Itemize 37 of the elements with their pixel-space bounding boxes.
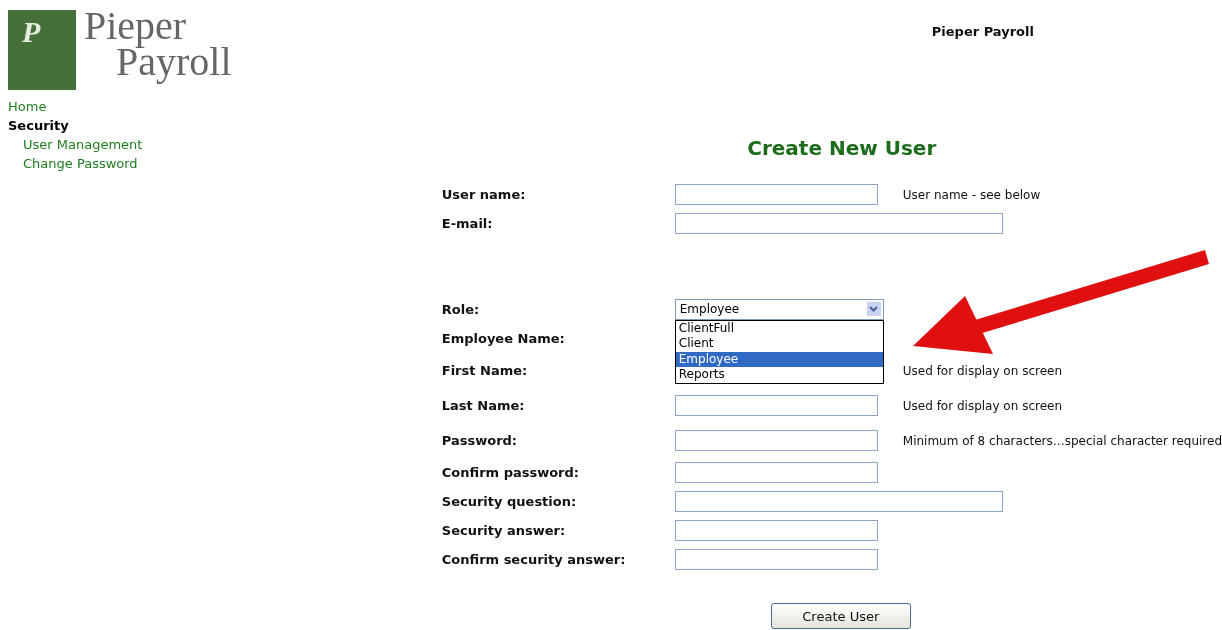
input-field[interactable] <box>674 461 878 483</box>
field-label: Security answer: <box>441 523 567 538</box>
field-label: User name: <box>441 187 527 202</box>
dropdown-option[interactable]: Client <box>675 336 883 352</box>
input-field[interactable] <box>674 183 878 205</box>
site-title: Pieper Payroll <box>931 24 1034 39</box>
field-label: E-mail: <box>441 216 494 231</box>
hint-text: User name - see below <box>902 187 1041 202</box>
form-title: Create New User <box>746 135 938 162</box>
field-label: Role: <box>441 302 481 317</box>
caret-icon <box>866 302 881 316</box>
input-field[interactable] <box>674 394 878 416</box>
input-field[interactable] <box>674 212 1003 234</box>
hint-text: Used for display on screen <box>902 363 1063 378</box>
input-field[interactable] <box>674 548 878 570</box>
field-label: Confirm password: <box>441 465 581 480</box>
field-label: Confirm security answer: <box>441 552 627 567</box>
field-label: First Name: <box>441 363 529 378</box>
field-label: Last Name: <box>441 398 526 413</box>
dropdown-option[interactable]: ClientFull <box>675 320 883 337</box>
role-dropdown[interactable]: Employee <box>674 298 884 320</box>
hint-text: Minimum of 8 characters…special character required <box>902 433 1222 448</box>
field-label: Security question: <box>441 494 578 509</box>
dropdown-option[interactable]: Reports <box>675 367 883 383</box>
create-user-button[interactable]: Create User <box>770 603 911 629</box>
logo-letter: P <box>22 16 41 48</box>
input-field[interactable] <box>674 490 1003 512</box>
nav-link[interactable]: Home <box>8 97 427 116</box>
nav-heading: Security <box>8 117 70 135</box>
nav-link[interactable]: Change Password <box>8 154 427 173</box>
field-label: Password: <box>441 433 519 448</box>
nav-link[interactable]: User Management <box>8 135 427 154</box>
field-label: Employee Name: <box>441 331 566 346</box>
input-field[interactable] <box>674 519 878 541</box>
input-field[interactable] <box>674 429 878 451</box>
hint-text: Used for display on screen <box>902 398 1063 413</box>
dropdown-option[interactable]: Employee <box>675 351 883 368</box>
